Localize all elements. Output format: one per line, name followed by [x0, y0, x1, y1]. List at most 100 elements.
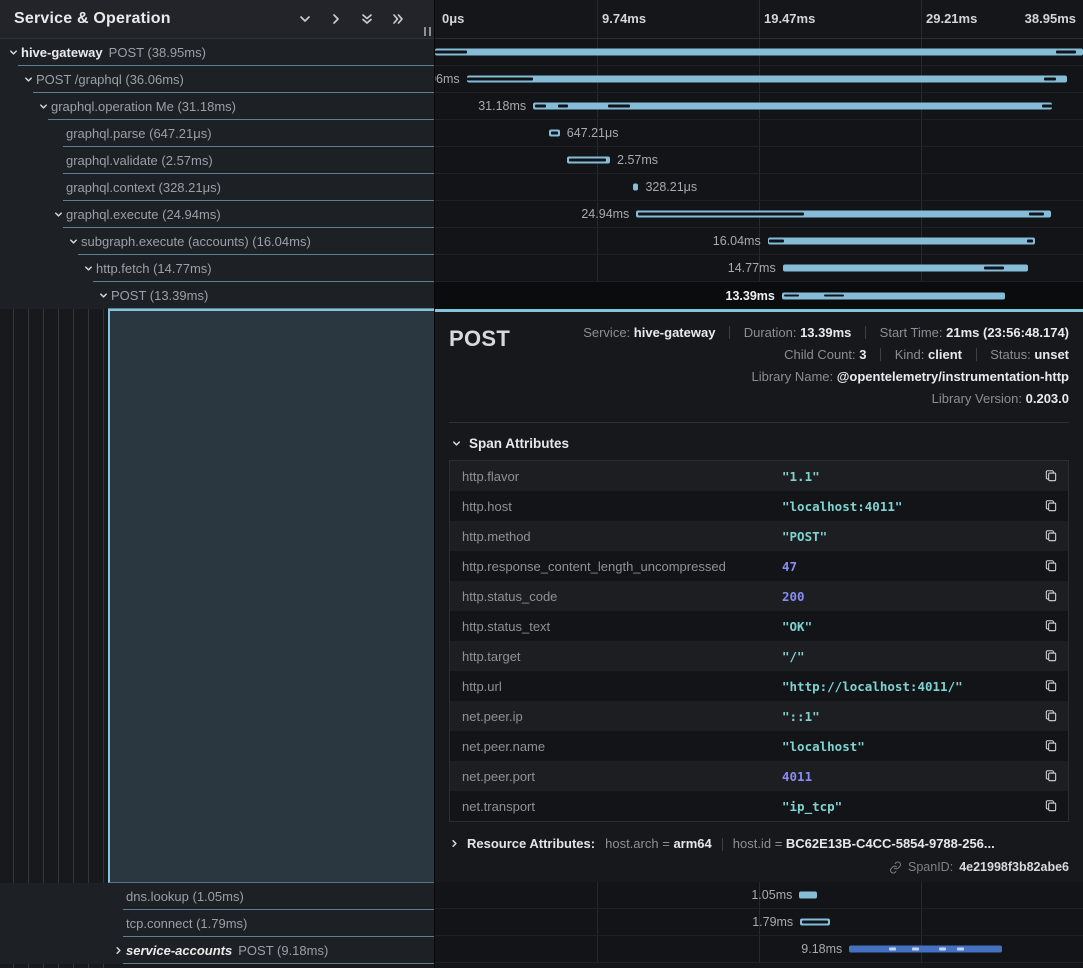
- attr-value: 4011: [782, 769, 1040, 784]
- resource-key: host.arch: [605, 836, 658, 851]
- timeline-row[interactable]: 647.21μs: [435, 120, 1083, 147]
- attr-key: net.peer.port: [462, 769, 782, 784]
- span-bar[interactable]: [783, 265, 1029, 272]
- timeline-row[interactable]: 36.06ms: [435, 66, 1083, 93]
- attr-row: net.peer.ip"::1": [450, 701, 1068, 731]
- span-bar[interactable]: [849, 946, 1002, 953]
- span-bar[interactable]: [467, 76, 1067, 83]
- timeline-row[interactable]: 38.95ms: [435, 39, 1083, 66]
- attr-value: "/": [782, 649, 1040, 664]
- span-bar[interactable]: [768, 238, 1035, 245]
- copy-icon[interactable]: [1040, 769, 1058, 783]
- chevron-down-icon[interactable]: [53, 209, 66, 220]
- timeline-row[interactable]: 16.04ms: [435, 228, 1083, 255]
- operation-label: graphql.operation Me (31.18ms): [51, 99, 236, 114]
- chevron-down-icon[interactable]: [83, 263, 96, 274]
- timeline-row[interactable]: 9.18ms: [435, 936, 1083, 963]
- tree-row-http-fetch[interactable]: http.fetch (14.77ms): [0, 255, 434, 282]
- waterfall-rows-bottom: 1.05ms 1.79ms 9.18ms: [435, 882, 1083, 963]
- duration-label: 31.18ms: [478, 99, 526, 113]
- attr-row: http.method"POST": [450, 521, 1068, 551]
- span-bar[interactable]: [636, 211, 1051, 218]
- tree-row-graphql-parse[interactable]: graphql.parse (647.21μs): [0, 120, 434, 147]
- tree-row-subgraph-execute[interactable]: subgraph.execute (accounts) (16.04ms): [0, 228, 434, 255]
- timeline-row[interactable]: 31.18ms: [435, 93, 1083, 120]
- tree-row-post-selected[interactable]: POST (13.39ms): [0, 282, 434, 309]
- attr-key: http.status_text: [462, 619, 782, 634]
- copy-icon[interactable]: [1040, 649, 1058, 663]
- attr-key: http.response_content_length_uncompresse…: [462, 559, 782, 574]
- copy-icon[interactable]: [1040, 589, 1058, 603]
- attr-row: net.transport"ip_tcp": [450, 791, 1068, 821]
- tree-row-hive-gateway-post[interactable]: hive-gateway POST (38.95ms): [0, 39, 434, 66]
- timeline-row[interactable]: 1.05ms: [435, 882, 1083, 909]
- operation-label: POST /graphql (36.06ms): [36, 72, 184, 87]
- column-resize-handle[interactable]: [424, 27, 431, 36]
- timeline-row-selected[interactable]: 13.39ms: [435, 282, 1083, 309]
- timeline-row[interactable]: 1.79ms: [435, 909, 1083, 936]
- operation-label: graphql.context (328.21μs): [66, 180, 221, 195]
- timeline-header: 0μs 9.74ms 19.47ms 29.21ms 38.95ms: [435, 0, 1083, 39]
- chevron-down-icon[interactable]: [23, 74, 36, 85]
- copy-icon[interactable]: [1040, 679, 1058, 693]
- span-bar[interactable]: [549, 130, 560, 137]
- span-bar[interactable]: [800, 919, 830, 926]
- copy-icon[interactable]: [1040, 709, 1058, 723]
- collapse-one-chevron-down-icon[interactable]: [297, 11, 313, 27]
- copy-icon[interactable]: [1040, 499, 1058, 513]
- resource-attributes-row[interactable]: Resource Attributes: host.arch = arm64 h…: [449, 836, 1069, 851]
- chevron-down-icon[interactable]: [68, 236, 81, 247]
- span-attributes-toggle[interactable]: Span Attributes: [451, 436, 1069, 451]
- copy-icon[interactable]: [1040, 799, 1058, 813]
- copy-icon[interactable]: [1040, 619, 1058, 633]
- chevron-down-icon[interactable]: [38, 101, 51, 112]
- tree-guide: [88, 282, 89, 968]
- copy-icon[interactable]: [1040, 559, 1058, 573]
- timeline-row[interactable]: 24.94ms: [435, 201, 1083, 228]
- tree-row-dns-lookup[interactable]: dns.lookup (1.05ms): [0, 883, 434, 910]
- copy-icon[interactable]: [1040, 529, 1058, 543]
- tree-guide: [58, 228, 59, 968]
- timeline-row[interactable]: 14.77ms: [435, 255, 1083, 282]
- waterfall-rows: 38.95ms 36.06ms 31.18ms 647.21μs 2.57ms …: [435, 39, 1083, 309]
- chevron-down-icon[interactable]: [98, 290, 111, 301]
- attr-value: "1.1": [782, 469, 1040, 484]
- span-bar[interactable]: [799, 892, 816, 899]
- duration-label: 647.21μs: [567, 126, 619, 140]
- selected-span-highlight: [108, 309, 434, 883]
- chevron-down-icon[interactable]: [8, 47, 21, 58]
- attr-key: http.method: [462, 529, 782, 544]
- timeline-row[interactable]: 2.57ms: [435, 147, 1083, 174]
- tree-row-graphql-context[interactable]: graphql.context (328.21μs): [0, 174, 434, 201]
- operation-label: subgraph.execute (accounts) (16.04ms): [81, 234, 311, 249]
- copy-icon[interactable]: [1040, 739, 1058, 753]
- tree-row-post-graphql[interactable]: POST /graphql (36.06ms): [0, 66, 434, 93]
- span-bar[interactable]: [567, 157, 610, 164]
- expand-one-chevron-right-icon[interactable]: [328, 11, 344, 27]
- tree-row-graphql-execute[interactable]: graphql.execute (24.94ms): [0, 201, 434, 228]
- status-value: unset: [1034, 347, 1069, 362]
- tree-row-service-accounts-post[interactable]: service-accounts POST (9.18ms): [0, 937, 434, 964]
- operation-label: POST (9.18ms): [238, 943, 328, 958]
- attr-value: "localhost:4011": [782, 499, 1040, 514]
- attr-value: "OK": [782, 619, 1040, 634]
- copy-icon[interactable]: [1040, 469, 1058, 483]
- span-bar[interactable]: [633, 184, 638, 191]
- span-bar[interactable]: [782, 292, 1005, 299]
- attr-key: net.transport: [462, 799, 782, 814]
- tree-row-graphql-validate[interactable]: graphql.validate (2.57ms): [0, 147, 434, 174]
- duration-label: 328.21μs: [645, 180, 697, 194]
- attr-row: http.status_text"OK": [450, 611, 1068, 641]
- operation-label: POST (13.39ms): [111, 288, 208, 303]
- link-icon[interactable]: [889, 861, 902, 874]
- expand-all-double-chevron-right-icon[interactable]: [390, 11, 406, 27]
- span-bar[interactable]: [435, 49, 1083, 56]
- span-bar[interactable]: [533, 103, 1052, 110]
- tree-row-tcp-connect[interactable]: tcp.connect (1.79ms): [0, 910, 434, 937]
- chevron-right-icon[interactable]: [113, 945, 126, 956]
- attr-value: 47: [782, 559, 1040, 574]
- collapse-all-double-chevron-down-icon[interactable]: [359, 11, 375, 27]
- tree-row-graphql-operation-me[interactable]: graphql.operation Me (31.18ms): [0, 93, 434, 120]
- resource-value: BC62E13B-C4CC-5854-9788-256...: [786, 836, 995, 851]
- timeline-row[interactable]: 328.21μs: [435, 174, 1083, 201]
